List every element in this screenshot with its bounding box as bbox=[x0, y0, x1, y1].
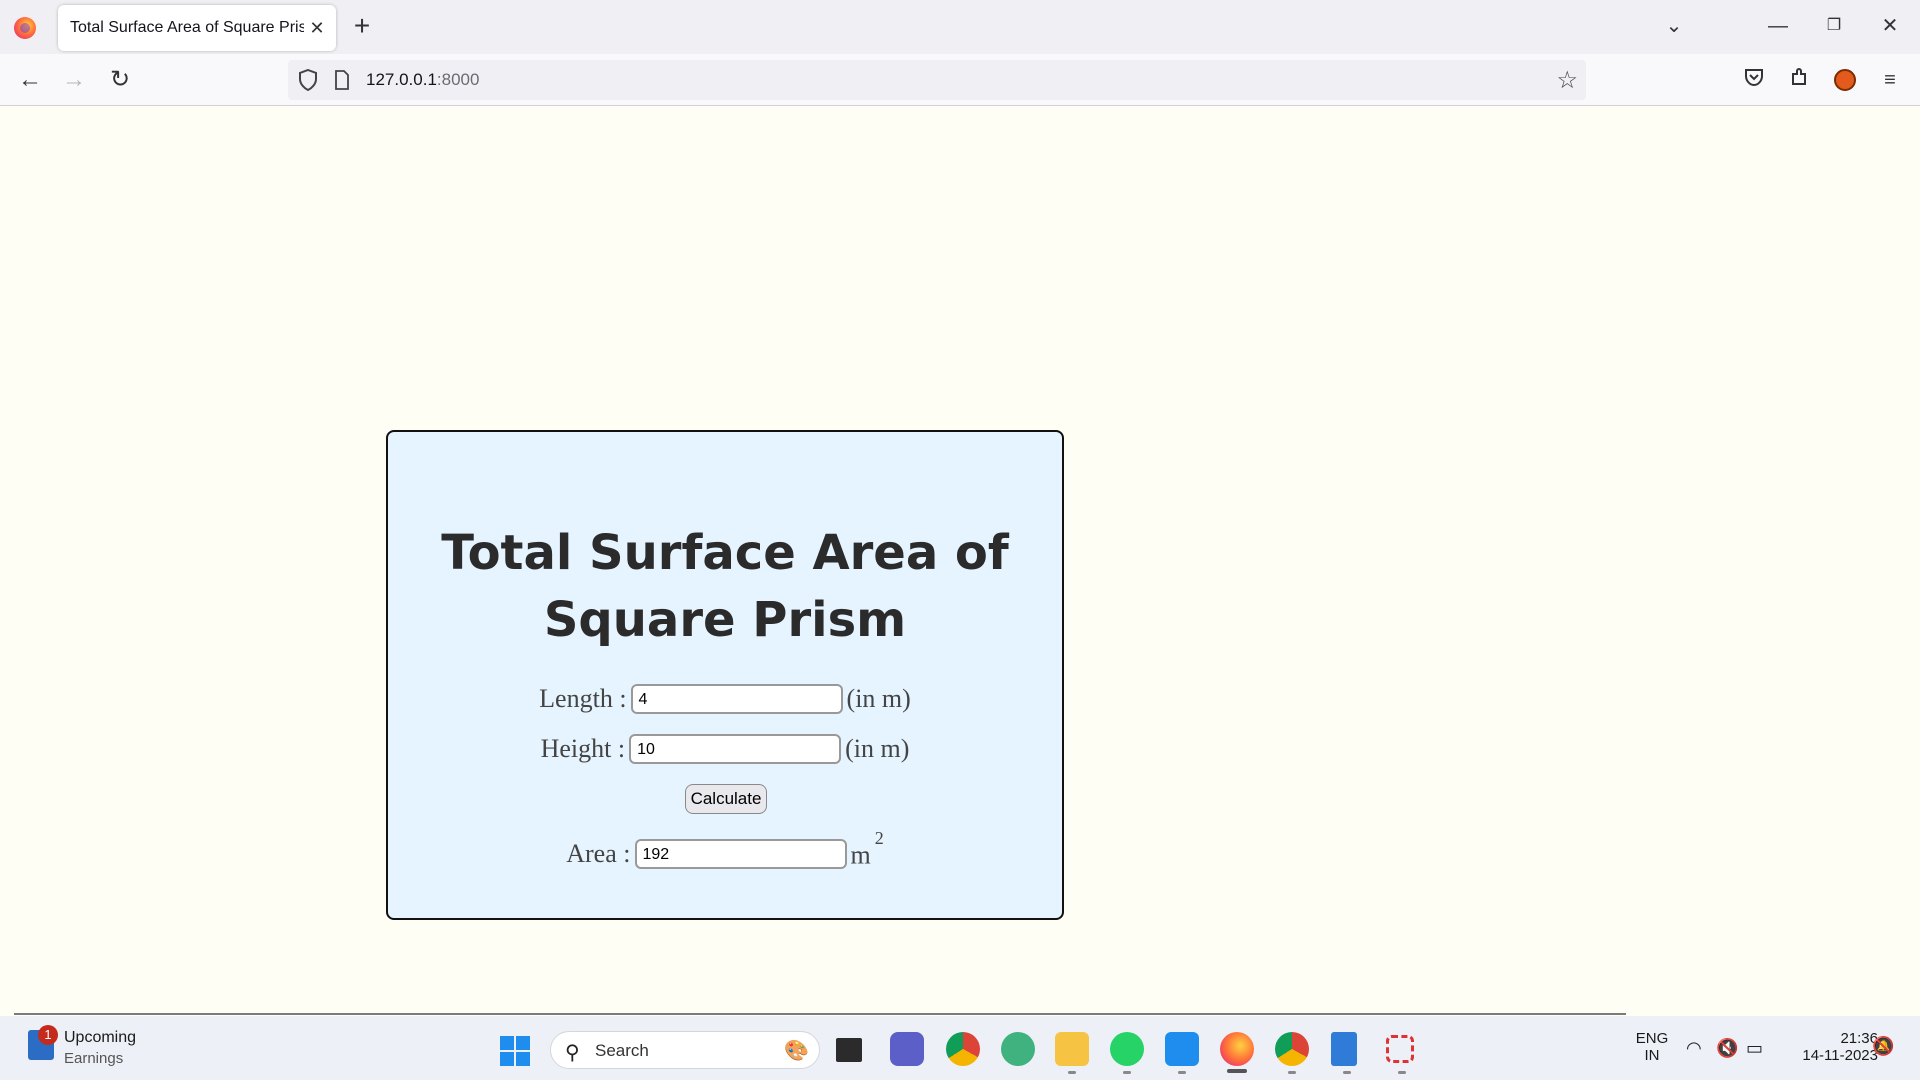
volume-muted-icon[interactable]: 🔇 bbox=[1716, 1038, 1738, 1059]
clock-time: 21:36 bbox=[1840, 1030, 1878, 1047]
widget-notification-badge: 1 bbox=[38, 1025, 58, 1045]
chrome-profile-icon[interactable] bbox=[946, 1032, 980, 1066]
snipping-tool-icon[interactable] bbox=[1386, 1035, 1414, 1063]
url-bar[interactable]: 127.0.0.1:8000 ☆ bbox=[288, 60, 1586, 100]
profile-avatar-icon[interactable] bbox=[1831, 66, 1859, 94]
menu-hamburger-icon[interactable]: ≡ bbox=[1876, 66, 1904, 94]
widget-subtitle[interactable]: Earnings bbox=[64, 1050, 123, 1067]
tab-strip: Total Surface Area of Square Prism ✕ + ⌄… bbox=[0, 0, 1920, 54]
extensions-icon[interactable] bbox=[1786, 66, 1814, 94]
taskbar: 1 Upcoming Earnings ⚲ Search 🎨 ENG IN ◠ … bbox=[0, 1016, 1920, 1080]
area-unit-exponent: 2 bbox=[874, 827, 884, 848]
length-unit: (in m) bbox=[846, 684, 911, 714]
windows-start-icon[interactable] bbox=[500, 1036, 530, 1066]
height-input[interactable]: 10 bbox=[629, 734, 842, 765]
height-label: Height : bbox=[540, 734, 626, 764]
running-indicator bbox=[1123, 1071, 1131, 1074]
area-unit-base: m bbox=[850, 840, 871, 870]
active-app-indicator bbox=[1227, 1069, 1247, 1073]
running-indicator bbox=[1288, 1071, 1296, 1074]
reload-button[interactable]: ↻ bbox=[102, 62, 138, 98]
wifi-icon[interactable]: ◠ bbox=[1686, 1038, 1702, 1059]
pocket-icon[interactable] bbox=[1740, 66, 1768, 94]
shield-icon[interactable] bbox=[298, 69, 318, 91]
close-window-button[interactable]: ✕ bbox=[1870, 8, 1910, 44]
calculate-button[interactable]: Calculate bbox=[685, 784, 767, 814]
firefox-logo-icon bbox=[14, 17, 36, 39]
file-explorer-icon[interactable] bbox=[1055, 1032, 1089, 1066]
notification-bell-icon[interactable]: 🔕 bbox=[1872, 1036, 1894, 1057]
task-view-icon[interactable] bbox=[836, 1038, 862, 1062]
restore-button[interactable]: ❐ bbox=[1814, 8, 1854, 44]
url-text[interactable]: 127.0.0.1:8000 bbox=[366, 70, 479, 90]
page-info-icon[interactable] bbox=[334, 70, 350, 90]
clock-date: 14-11-2023 bbox=[1802, 1047, 1878, 1064]
region-code: IN bbox=[1644, 1047, 1660, 1064]
bookmark-star-icon[interactable]: ☆ bbox=[1556, 66, 1578, 95]
url-port: :8000 bbox=[436, 70, 480, 89]
search-label: Search bbox=[595, 1041, 649, 1060]
atom-app-icon[interactable] bbox=[1001, 1032, 1035, 1066]
area-label: Area : bbox=[566, 839, 631, 869]
teams-chat-icon[interactable] bbox=[890, 1032, 924, 1066]
taskbar-search-box[interactable]: ⚲ Search 🎨 bbox=[550, 1031, 820, 1069]
length-input[interactable]: 4 bbox=[630, 684, 843, 715]
widget-title[interactable]: Upcoming bbox=[64, 1029, 136, 1047]
firefox-taskbar-icon[interactable] bbox=[1220, 1032, 1254, 1066]
page-title: Total Surface Area of Square Prism bbox=[441, 525, 1009, 648]
navigation-toolbar: ← → ↻ 127.0.0.1:8000 ☆ ≡ bbox=[0, 54, 1920, 106]
language-code: ENG bbox=[1635, 1030, 1669, 1047]
tab-close-icon[interactable]: ✕ bbox=[304, 18, 330, 39]
height-unit: (in m) bbox=[845, 734, 910, 764]
forward-button[interactable]: → bbox=[56, 62, 92, 98]
list-all-tabs-icon[interactable]: ⌄ bbox=[1654, 8, 1694, 44]
whatsapp-icon[interactable] bbox=[1110, 1032, 1144, 1066]
calculator-card: Total Surface Area of Square Prism Lengt… bbox=[386, 430, 1064, 920]
chrome-icon[interactable] bbox=[1275, 1032, 1309, 1066]
running-indicator bbox=[1398, 1071, 1406, 1074]
search-highlight-icon: 🎨 bbox=[784, 1040, 809, 1062]
minimize-button[interactable]: — bbox=[1758, 8, 1798, 44]
language-indicator[interactable]: ENG IN bbox=[1630, 1030, 1674, 1064]
battery-icon[interactable]: ▭ bbox=[1746, 1038, 1763, 1059]
new-tab-button[interactable]: + bbox=[348, 10, 376, 42]
tab-active[interactable]: Total Surface Area of Square Prism ✕ bbox=[58, 5, 336, 51]
clock[interactable]: 21:36 14-11-2023 bbox=[1782, 1030, 1878, 1064]
running-indicator bbox=[1068, 1071, 1076, 1074]
area-output[interactable]: 192 bbox=[634, 839, 847, 870]
vscode-icon[interactable] bbox=[1165, 1032, 1199, 1066]
length-label: Length : bbox=[539, 684, 627, 714]
page-bottom-divider bbox=[14, 1013, 1626, 1015]
search-icon: ⚲ bbox=[565, 1042, 580, 1064]
area-unit: m2 bbox=[850, 828, 884, 871]
running-indicator bbox=[1343, 1071, 1351, 1074]
length-row: Length :4 (in m) bbox=[388, 682, 1062, 715]
height-row: Height :10 (in m) bbox=[388, 732, 1062, 765]
area-row: Area :192 m2 bbox=[388, 828, 1062, 871]
notepad-icon[interactable] bbox=[1331, 1032, 1357, 1066]
tab-title: Total Surface Area of Square Prism bbox=[70, 19, 304, 36]
url-host: 127.0.0.1 bbox=[366, 70, 437, 89]
running-indicator bbox=[1178, 1071, 1186, 1074]
back-button[interactable]: ← bbox=[12, 62, 48, 98]
